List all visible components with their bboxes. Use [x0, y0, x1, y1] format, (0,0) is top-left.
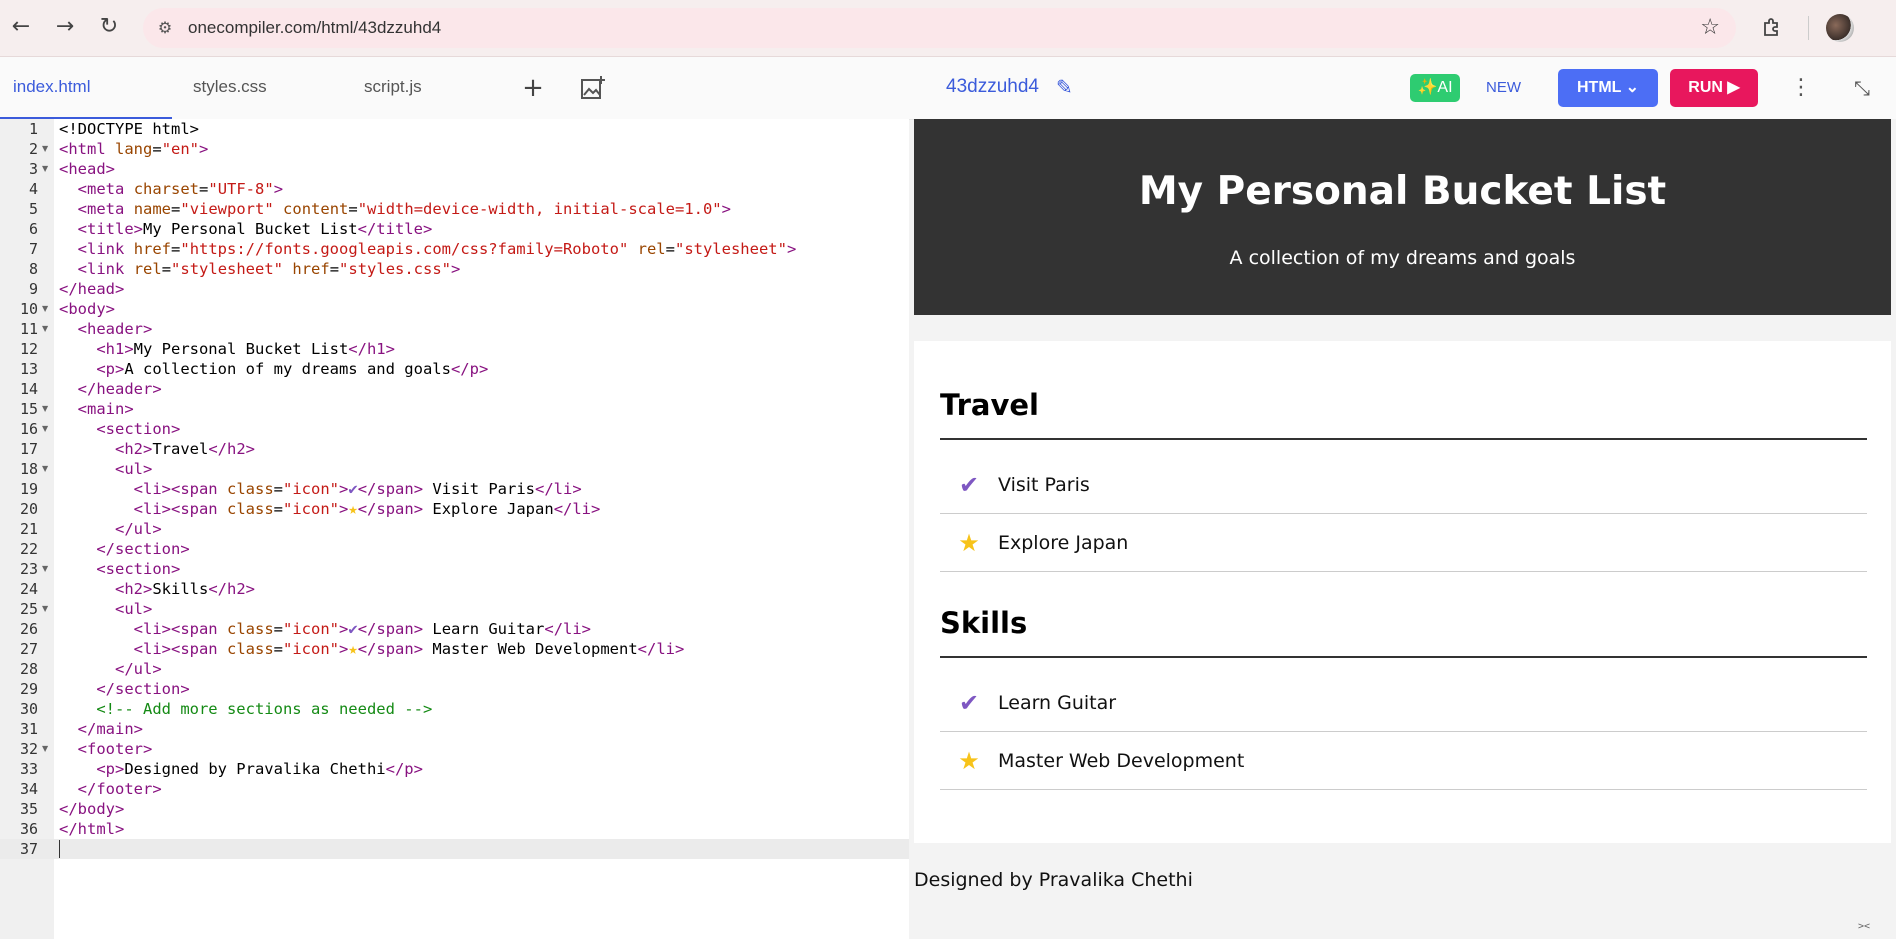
code-line[interactable]: 34 </footer> — [0, 779, 909, 799]
list-item-text: Learn Guitar — [998, 692, 1117, 714]
code-line[interactable]: 27 <li><span class="icon">★</span> Maste… — [0, 639, 909, 659]
ai-button[interactable]: ✨AI — [1410, 74, 1460, 102]
code-line[interactable]: 3 ▼ <head> — [0, 159, 909, 179]
check-icon: ✔ — [958, 471, 980, 499]
code-line[interactable]: 12 <h1>My Personal Bucket List</h1> — [0, 339, 909, 359]
code-line[interactable]: 9 </head> — [0, 279, 909, 299]
code-line[interactable]: 22 </section> — [0, 539, 909, 559]
ide-toolbar: index.html styles.css script.js + 43dzzu… — [0, 57, 1896, 120]
code-line[interactable]: 36 </html> — [0, 819, 909, 839]
star-icon: ★ — [958, 529, 980, 557]
code-lines[interactable]: 1 <!DOCTYPE html> 2 ▼ <html lang="en"> 3 ▼ <h… — [0, 119, 909, 859]
code-line[interactable]: 8 <link rel="stylesheet" href="styles.cs… — [0, 259, 909, 279]
extensions-icon[interactable] — [1760, 16, 1784, 40]
code-line[interactable]: 7 <link href="https://fonts.googleapis.c… — [0, 239, 909, 259]
resize-handle-icon[interactable]: >< — [1858, 921, 1870, 932]
tab-index-html[interactable]: index.html — [13, 57, 90, 117]
code-line[interactable]: 30 <!-- Add more sections as needed --> — [0, 699, 909, 719]
list-item: ✔ Visit Paris — [940, 456, 1867, 514]
back-icon[interactable]: ← — [8, 14, 34, 40]
list-item-text: Explore Japan — [998, 532, 1129, 554]
more-menu-icon[interactable]: ⋮ — [1790, 75, 1812, 101]
section-heading-travel: Travel — [940, 388, 1039, 422]
code-line[interactable]: 35 </body> — [0, 799, 909, 819]
code-line[interactable]: 28 </ul> — [0, 659, 909, 679]
code-line[interactable]: 15 ▼ <main> — [0, 399, 909, 419]
profile-avatar[interactable] — [1826, 14, 1854, 42]
star-icon: ★ — [958, 747, 980, 775]
code-line[interactable]: 5 <meta name="viewport" content="width=d… — [0, 199, 909, 219]
code-line[interactable]: 14 </header> — [0, 379, 909, 399]
preview-footer: Designed by Pravalika Chethi — [914, 869, 1193, 891]
browser-toolbar: ← → ↻ ⚙ onecompiler.com/html/43dzzuhd4 ☆ — [0, 0, 1896, 57]
preview-title: My Personal Bucket List — [1138, 169, 1667, 214]
site-info-icon[interactable]: ⚙ — [155, 18, 175, 38]
code-line[interactable]: 20 <li><span class="icon">★</span> Explo… — [0, 499, 909, 519]
run-button[interactable]: RUN ▶ — [1670, 69, 1758, 107]
code-line[interactable]: 18 ▼ <ul> — [0, 459, 909, 479]
code-line[interactable]: 29 </section> — [0, 679, 909, 699]
collapse-icon[interactable]: ⤡ — [1850, 75, 1874, 101]
preview-main: Travel ✔ Visit Paris ★ Explore Japan Ski… — [914, 341, 1891, 843]
code-line[interactable]: 16 ▼ <section> — [0, 419, 909, 439]
preview-subtitle: A collection of my dreams and goals — [1229, 247, 1576, 269]
language-select-button[interactable]: HTML ⌄ — [1558, 69, 1658, 107]
code-line[interactable]: 17 <h2>Travel</h2> — [0, 439, 909, 459]
list-item: ★ Explore Japan — [940, 514, 1867, 572]
code-line[interactable]: 1 <!DOCTYPE html> — [0, 119, 909, 139]
code-line[interactable]: 24 <h2>Skills</h2> — [0, 579, 909, 599]
edit-name-icon[interactable]: ✎ — [1056, 75, 1073, 99]
list-item: ✔ Learn Guitar — [940, 674, 1867, 732]
code-line[interactable]: 26 <li><span class="icon">✔</span> Learn… — [0, 619, 909, 639]
code-line-current[interactable]: 37 — [0, 839, 909, 859]
code-line[interactable]: 31 </main> — [0, 719, 909, 739]
code-line[interactable]: 33 <p>Designed by Pravalika Chethi</p> — [0, 759, 909, 779]
code-line[interactable]: 23 ▼ <section> — [0, 559, 909, 579]
toolbar-separator — [1808, 16, 1809, 40]
code-editor[interactable]: 1 <!DOCTYPE html> 2 ▼ <html lang="en"> 3 ▼ <h… — [0, 119, 909, 939]
list-item-text: Visit Paris — [998, 474, 1090, 496]
address-bar[interactable]: ⚙ onecompiler.com/html/43dzzuhd4 ☆ — [143, 8, 1736, 48]
section-heading-skills: Skills — [940, 606, 1028, 640]
code-line[interactable]: 11 ▼ <header> — [0, 319, 909, 339]
preview-header: My Personal Bucket List A collection of … — [914, 119, 1891, 315]
check-icon: ✔ — [958, 689, 980, 717]
code-line[interactable]: 13 <p>A collection of my dreams and goal… — [0, 359, 909, 379]
list-item-text: Master Web Development — [998, 750, 1245, 772]
bookmark-star-icon[interactable]: ☆ — [1700, 16, 1720, 40]
reload-icon[interactable]: ↻ — [96, 14, 122, 40]
code-line[interactable]: 19 <li><span class="icon">✔</span> Visit… — [0, 479, 909, 499]
code-line[interactable]: 10 ▼ <body> — [0, 299, 909, 319]
code-line[interactable]: 25 ▼ <ul> — [0, 599, 909, 619]
project-name[interactable]: 43dzzuhd4 — [946, 75, 1039, 99]
forward-icon[interactable]: → — [52, 14, 78, 40]
new-button[interactable]: NEW — [1486, 77, 1521, 99]
section-rule — [940, 438, 1867, 440]
section-rule — [940, 656, 1867, 658]
add-image-icon[interactable] — [580, 75, 606, 101]
url-text[interactable]: onecompiler.com/html/43dzzuhd4 — [188, 18, 441, 38]
code-line[interactable]: 32 ▼ <footer> — [0, 739, 909, 759]
list-item: ★ Master Web Development — [940, 732, 1867, 790]
tab-script-js[interactable]: script.js — [364, 57, 422, 117]
code-line[interactable]: 21 </ul> — [0, 519, 909, 539]
code-line[interactable]: 2 ▼ <html lang="en"> — [0, 139, 909, 159]
code-line[interactable]: 4 <meta charset="UTF-8"> — [0, 179, 909, 199]
add-file-icon[interactable]: + — [520, 75, 546, 101]
code-line[interactable]: 6 <title>My Personal Bucket List</title> — [0, 219, 909, 239]
tab-styles-css[interactable]: styles.css — [193, 57, 267, 117]
preview-pane: My Personal Bucket List A collection of … — [914, 119, 1896, 939]
